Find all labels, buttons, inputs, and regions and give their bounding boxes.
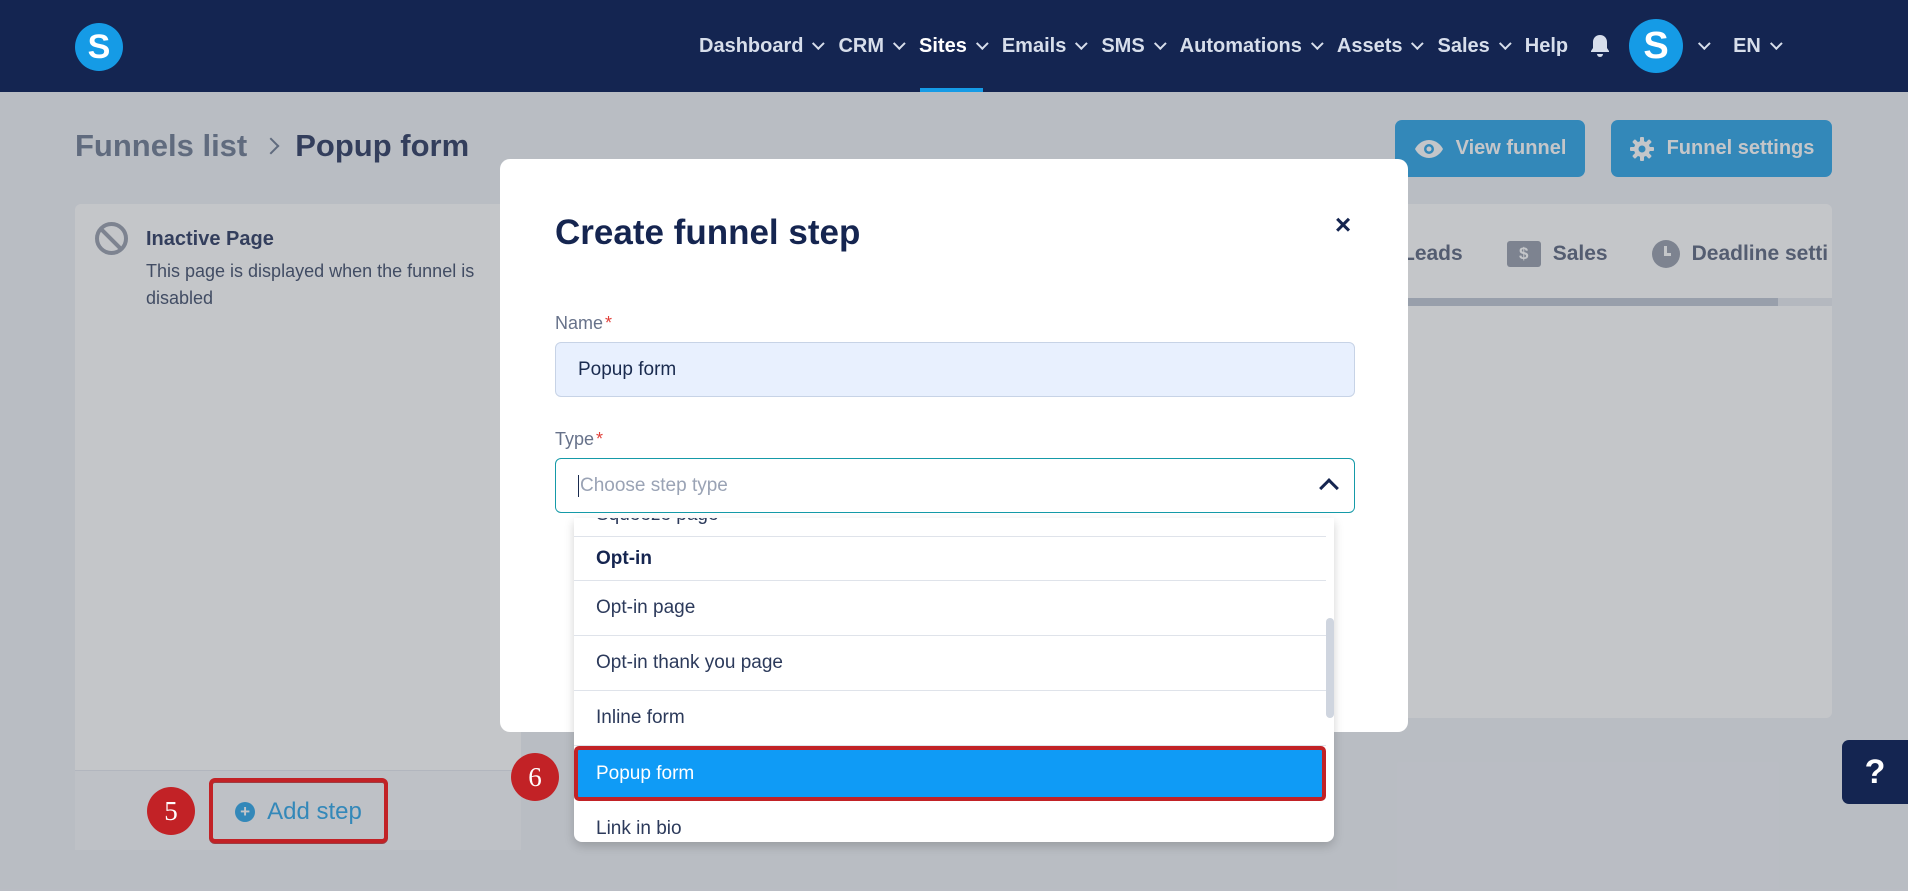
nav-item-label: Help (1524, 34, 1569, 57)
nav-item-assets[interactable]: Assets (1328, 0, 1429, 92)
chevron-up-icon[interactable] (1319, 478, 1339, 498)
type-select[interactable]: Choose step type (555, 458, 1355, 513)
app-logo[interactable]: S (75, 23, 123, 71)
required-marker: * (596, 429, 604, 449)
bell-icon[interactable] (1585, 0, 1615, 92)
chevron-down-icon (1310, 36, 1324, 50)
nav-item-label: Emails (1001, 34, 1067, 57)
nav-item-crm[interactable]: CRM (829, 0, 910, 92)
nav-item-label: CRM (838, 34, 885, 57)
type-placeholder: Choose step type (580, 474, 728, 496)
nav-item-label: Assets (1336, 34, 1403, 57)
modal-title: Create funnel step (555, 213, 861, 252)
top-navbar: S Dashboard CRM Sites Emails SMS Automat… (0, 0, 1908, 92)
list-item-label: Squeeze page (596, 518, 719, 526)
chevron-down-icon (1498, 36, 1512, 50)
option-inline-form[interactable]: Inline form (574, 691, 1326, 746)
type-field-label: Type * (555, 429, 603, 450)
option-opt-in-page[interactable]: Opt-in page (574, 581, 1326, 636)
chevron-down-icon (1769, 36, 1783, 50)
option-link-in-bio[interactable]: Link in bio (574, 801, 1326, 842)
nav-item-label: Automations (1179, 34, 1302, 57)
language-selector[interactable]: EN (1724, 0, 1787, 92)
help-button[interactable]: ? (1842, 740, 1908, 804)
chevron-down-icon (812, 36, 826, 50)
option-popup-form[interactable]: Popup form (574, 746, 1326, 801)
nav-item-label: SMS (1101, 34, 1145, 57)
list-item[interactable]: Squeeze page (574, 518, 1326, 537)
avatar[interactable]: S (1629, 19, 1684, 73)
main-nav: Dashboard CRM Sites Emails SMS Automatio… (690, 0, 1787, 92)
nav-item-sms[interactable]: SMS (1092, 0, 1170, 92)
name-field[interactable]: Popup form (555, 342, 1355, 397)
step-badge-5: 5 (147, 787, 195, 835)
nav-item-label: Sites (919, 34, 967, 57)
nav-item-dashboard[interactable]: Dashboard (690, 0, 829, 92)
chevron-down-icon[interactable] (1698, 36, 1711, 50)
chevron-down-icon (1075, 36, 1089, 50)
name-label-text: Name (555, 313, 604, 333)
close-icon[interactable]: × (1330, 209, 1356, 240)
chevron-down-icon (892, 36, 906, 50)
step-type-dropdown[interactable]: Squeeze page Opt-in Opt-in page Opt-in t… (574, 518, 1334, 842)
nav-item-label: Dashboard (699, 34, 804, 57)
required-marker: * (605, 313, 613, 333)
nav-item-label: Sales (1437, 34, 1490, 57)
option-group-opt-in: Opt-in (574, 537, 1326, 581)
step-badge-6: 6 (511, 753, 559, 801)
dropdown-scrollbar[interactable] (1326, 618, 1334, 718)
text-caret (578, 474, 579, 497)
chevron-down-icon (1153, 36, 1167, 50)
nav-item-help[interactable]: Help (1516, 0, 1577, 92)
nav-item-emails[interactable]: Emails (993, 0, 1092, 92)
option-opt-in-thank-you-page[interactable]: Opt-in thank you page (574, 636, 1326, 691)
nav-item-sales[interactable]: Sales (1428, 0, 1515, 92)
nav-item-automations[interactable]: Automations (1171, 0, 1328, 92)
chevron-down-icon (975, 36, 989, 50)
nav-item-sites[interactable]: Sites (910, 0, 993, 92)
language-label: EN (1733, 34, 1761, 57)
chevron-down-icon (1411, 36, 1425, 50)
type-label-text: Type (555, 429, 595, 449)
name-field-label: Name * (555, 313, 612, 334)
